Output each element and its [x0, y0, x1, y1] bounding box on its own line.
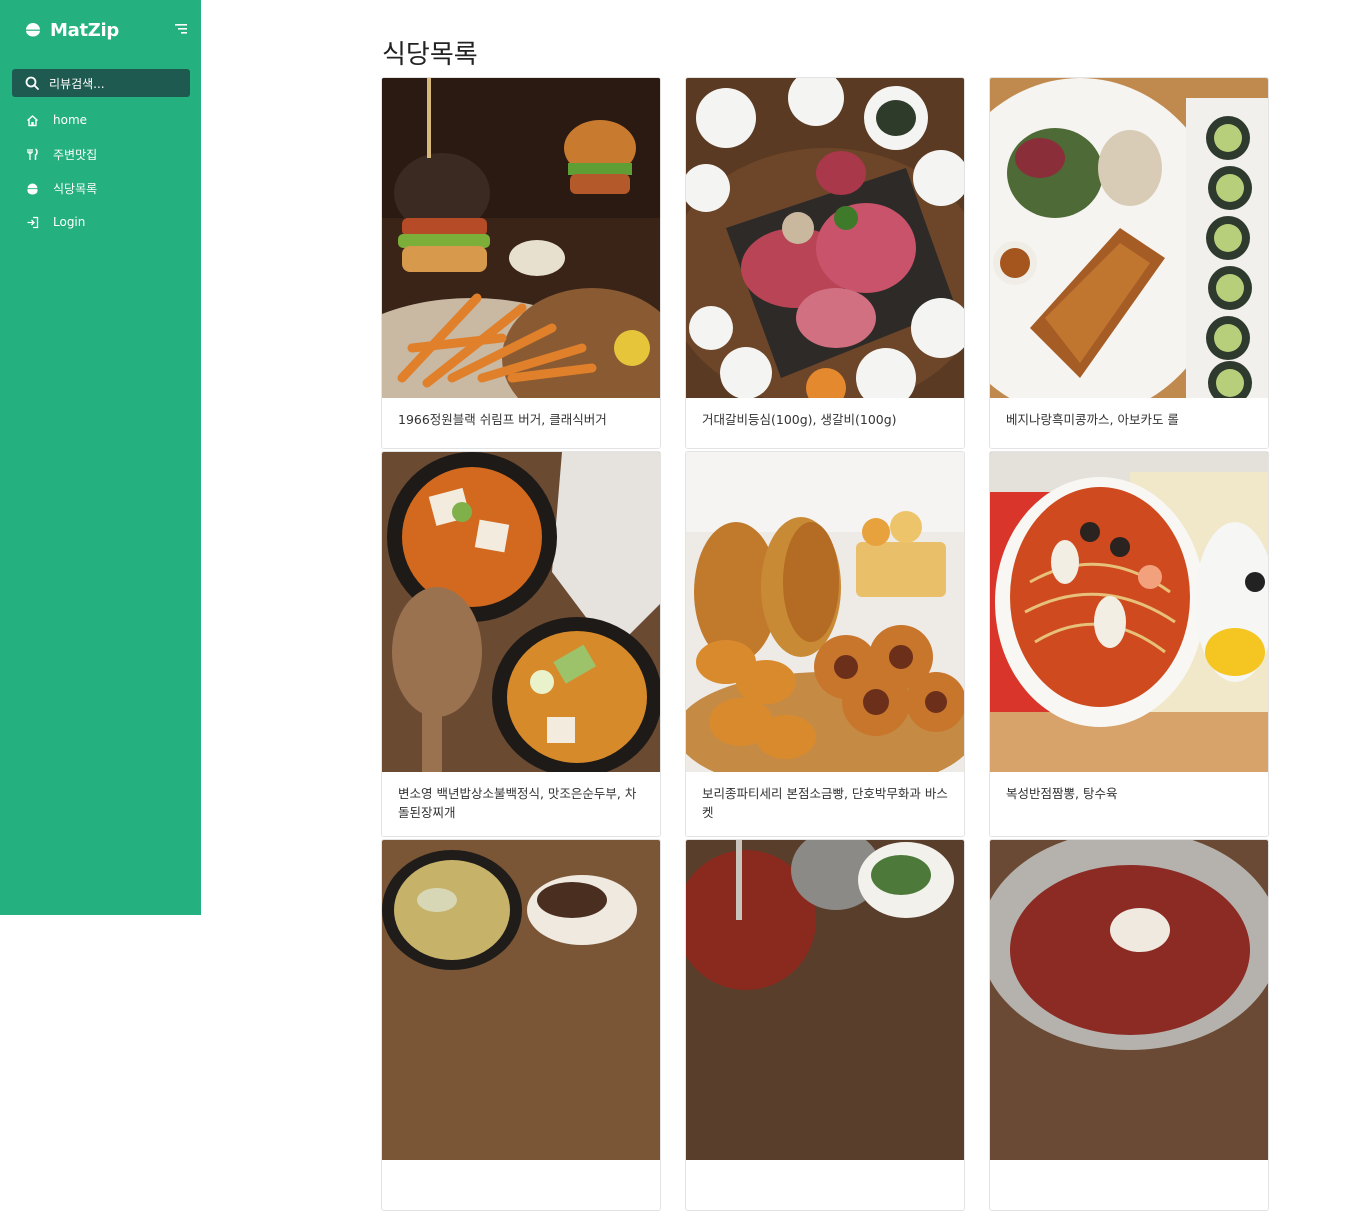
sidebar-nav: home 주변맛집 식당목록 Login	[0, 103, 201, 239]
restaurant-caption: 변소영 백년밥상소불백정식, 맛조은순두부, 차돌된장찌개	[398, 786, 637, 820]
restaurant-caption	[686, 1160, 964, 1210]
page-title: 식당목록	[382, 40, 478, 70]
raw-beef-platter-photo	[686, 78, 964, 398]
dumpling-logo-icon	[26, 23, 40, 37]
home-icon	[26, 114, 38, 126]
menu-toggle-icon[interactable]	[173, 22, 189, 36]
bread-bakery-photo	[686, 452, 964, 772]
cutlet-salad-roll-photo	[990, 78, 1268, 398]
restaurant-card[interactable]: 복성반점짬뽕, 탕수육	[989, 451, 1269, 837]
search-icon	[25, 76, 39, 90]
spicy-noodle-photo	[686, 840, 964, 1160]
search-label: 리뷰검색...	[49, 76, 105, 91]
sidebar-item-label: home	[53, 113, 88, 127]
restaurant-caption: 거대갈비등심(100g), 생갈비(100g)	[702, 412, 897, 427]
restaurant-caption: 복성반점짬뽕, 탕수육	[1006, 786, 1118, 801]
burger-fries-photo	[382, 78, 660, 398]
sidebar-item-login[interactable]: Login	[0, 205, 201, 239]
restaurant-card[interactable]	[381, 839, 661, 1211]
stew-pots-photo	[382, 452, 660, 772]
restaurant-caption	[382, 1160, 660, 1210]
restaurant-caption: 보리종파티세리 본점소금빵, 단호박무화과 바스켓	[702, 786, 948, 820]
sidebar-item-home[interactable]: home	[0, 103, 201, 137]
dumpling-icon	[27, 183, 37, 194]
cold-noodle-photo	[990, 840, 1268, 1160]
login-icon	[27, 216, 38, 228]
restaurant-grid: 1966정원블랙 쉬림프 버거, 클래식버거 거대갈비등심(100g), 생갈비…	[381, 77, 1269, 1211]
restaurant-card[interactable]	[685, 839, 965, 1211]
restaurant-card[interactable]: 1966정원블랙 쉬림프 버거, 클래식버거	[381, 77, 661, 449]
restaurant-card[interactable]	[989, 839, 1269, 1211]
sidebar-item-nearby[interactable]: 주변맛집	[0, 137, 201, 171]
sidebar-item-label: 식당목록	[53, 181, 98, 196]
utensils-icon	[26, 147, 38, 160]
review-search-button[interactable]: 리뷰검색...	[12, 69, 190, 97]
restaurant-card[interactable]: 베지나랑흑미콩까스, 아보카도 롤	[989, 77, 1269, 449]
brand-logo[interactable]: MatZip	[24, 18, 119, 42]
restaurant-card[interactable]: 변소영 백년밥상소불백정식, 맛조은순두부, 차돌된장찌개	[381, 451, 661, 837]
jjamppong-bowl-photo	[990, 452, 1268, 772]
sidebar: MatZip 리뷰검색... home 주변맛집 식당목록 Login	[0, 0, 201, 915]
restaurant-caption: 1966정원블랙 쉬림프 버거, 클래식버거	[398, 412, 607, 427]
soup-bowl-photo	[382, 840, 660, 1160]
sidebar-item-restaurants[interactable]: 식당목록	[0, 171, 201, 205]
sidebar-item-label: Login	[53, 215, 86, 229]
sidebar-item-label: 주변맛집	[53, 147, 98, 162]
brand-name: MatZip	[50, 19, 119, 41]
restaurant-caption	[990, 1160, 1268, 1210]
restaurant-card[interactable]: 보리종파티세리 본점소금빵, 단호박무화과 바스켓	[685, 451, 965, 837]
restaurant-caption: 베지나랑흑미콩까스, 아보카도 롤	[1006, 412, 1179, 427]
restaurant-card[interactable]: 거대갈비등심(100g), 생갈비(100g)	[685, 77, 965, 449]
